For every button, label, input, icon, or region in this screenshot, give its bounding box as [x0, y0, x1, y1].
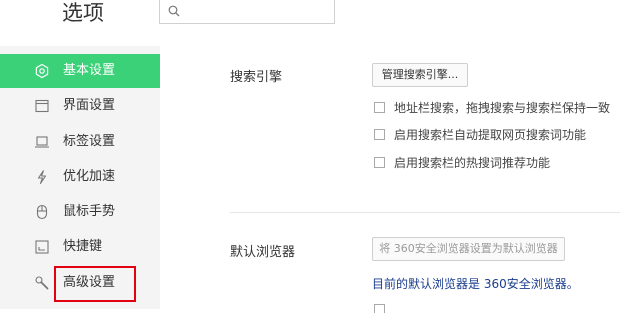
set-default-browser-button[interactable]: 将 360安全浏览器设置为默认浏览器 — [372, 237, 565, 261]
sidebar-item-mouse-gestures[interactable]: 鼠标手势 — [0, 195, 160, 229]
option-label: 启用搜索栏的热搜词推荐功能 — [394, 156, 551, 170]
option-partially-visible[interactable] — [374, 301, 574, 313]
keyboard-icon — [35, 240, 49, 254]
sidebar-item-label: 界面设置 — [63, 98, 116, 113]
checkbox[interactable] — [374, 157, 385, 168]
current-default-browser-note: 目前的默认浏览器是 360安全浏览器。 — [372, 277, 579, 291]
sidebar-item-label: 基本设置 — [63, 63, 116, 78]
gear-icon — [35, 63, 49, 79]
search-input[interactable] — [159, 0, 335, 24]
checkbox[interactable] — [374, 102, 385, 113]
lightning-icon — [37, 170, 47, 185]
sidebar-item-basic-settings[interactable]: 基本设置 — [0, 54, 160, 88]
search-icon — [168, 5, 180, 17]
manage-search-engines-button[interactable]: 管理搜索引擎... — [372, 63, 468, 87]
window-icon — [35, 99, 49, 113]
sidebar-item-label: 快捷键 — [63, 239, 103, 254]
mouse-icon — [36, 204, 48, 220]
tab-icon — [35, 136, 49, 148]
sidebar-item-tab-settings[interactable]: 标签设置 — [0, 125, 160, 159]
header: 选项 — [0, 0, 620, 46]
sidebar-item-interface-settings[interactable]: 界面设置 — [0, 89, 160, 123]
checkbox[interactable] — [374, 129, 385, 140]
sidebar-item-label: 高级设置 — [63, 275, 116, 290]
section-title-search-engine: 搜索引擎 — [230, 70, 283, 85]
option-label: 启用搜索栏自动提取网页搜索词功能 — [394, 128, 587, 142]
sidebar-item-shortcuts[interactable]: 快捷键 — [0, 230, 160, 264]
section-title-default-browser: 默认浏览器 — [230, 245, 296, 260]
sidebar-item-label: 标签设置 — [63, 134, 116, 149]
wrench-icon — [35, 276, 49, 290]
sidebar-item-label: 优化加速 — [63, 169, 116, 184]
sidebar-item-label: 鼠标手势 — [63, 204, 116, 219]
sidebar: 基本设置 界面设置 标签设置 优化加速 鼠标手势 快捷键 高级设置 — [0, 46, 160, 309]
page-title: 选项 — [62, 1, 104, 25]
section-divider — [230, 212, 620, 213]
option-label: 地址栏搜索，拖拽搜索与搜索栏保持一致 — [394, 101, 611, 115]
sidebar-item-advanced-settings[interactable]: 高级设置 — [0, 266, 160, 300]
sidebar-item-optimization[interactable]: 优化加速 — [0, 160, 160, 194]
